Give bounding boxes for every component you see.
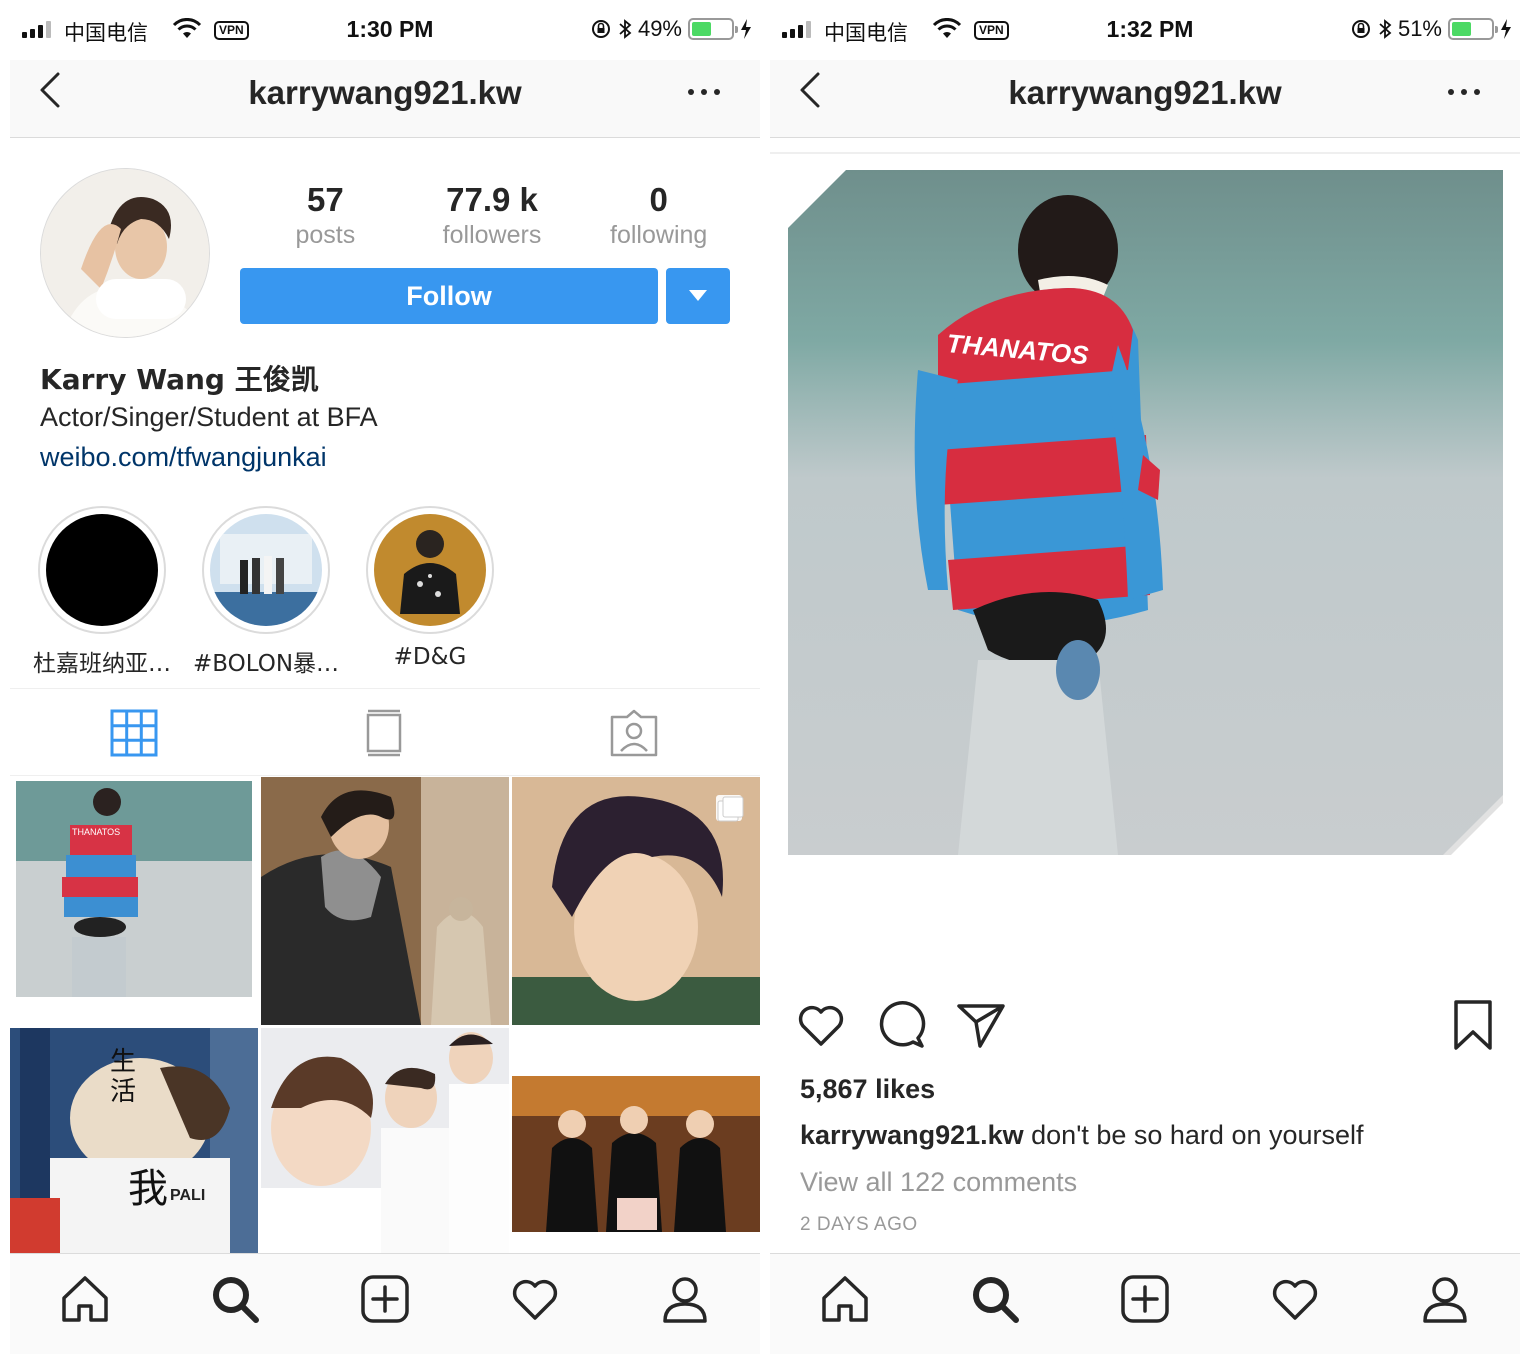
followers-label: followers (442, 221, 542, 249)
followers-stat[interactable]: 77.9 k followers (409, 180, 576, 250)
home-icon[interactable] (820, 1274, 870, 1324)
highlight-cover (46, 514, 158, 626)
page-title: karrywang921.kw (248, 74, 522, 111)
tagged-photos-icon[interactable] (610, 709, 658, 757)
followers-count: 77.9 k (446, 181, 538, 218)
highlight-label: #D&G (393, 644, 467, 670)
profile-screen: 中国电信 VPN 1:30 PM 49% karrywang921.kw 57 … (10, 0, 760, 1354)
orientation-lock-icon (1351, 20, 1370, 38)
highlight-label: 杜嘉班纳亚… (33, 651, 171, 677)
battery-percent: 51% (1397, 16, 1442, 41)
profile-link[interactable]: weibo.com/tfwangjunkai (40, 442, 327, 473)
signal-icon (782, 20, 811, 38)
wifi-icon (172, 18, 202, 38)
grid-view-icon[interactable] (110, 709, 158, 757)
charging-icon (1501, 19, 1511, 39)
post-image[interactable]: THANATOS (788, 170, 1507, 859)
highlight-cover (374, 514, 486, 626)
bottom-tab-bar (770, 1253, 1520, 1354)
multiple-photos-icon (717, 796, 744, 822)
post-screen: 中国电信 VPN 1:32 PM 51% karrywang921.kw THA… (770, 0, 1520, 1354)
vpn-badge: VPN (214, 21, 249, 40)
activity-heart-icon[interactable] (510, 1274, 560, 1324)
search-icon[interactable] (210, 1274, 260, 1324)
profile-name: Karry Wang 王俊凯 (40, 363, 319, 396)
grid-photo[interactable]: THANATOS (10, 777, 258, 1025)
shirt-brand-text: PALI (170, 1187, 205, 1204)
suggestions-dropdown-button[interactable] (666, 268, 730, 324)
status-bar: 中国电信 VPN 1:32 PM 51% (770, 0, 1520, 60)
profile-stats: 57 posts 77.9 k followers 0 following (242, 180, 742, 250)
bottom-tab-bar (10, 1253, 760, 1354)
highlight-label: #BOLON暴… (192, 651, 340, 677)
activity-heart-icon[interactable] (1270, 1274, 1320, 1324)
following-count: 0 (649, 181, 668, 218)
search-icon[interactable] (970, 1274, 1020, 1324)
nav-bar: karrywang921.kw (770, 60, 1520, 138)
vpn-badge: VPN (974, 21, 1009, 40)
caption-text: don't be so hard on yourself (1023, 1120, 1364, 1150)
battery-icon (1448, 18, 1498, 40)
caret-down-icon (689, 290, 707, 301)
posts-count: 57 (306, 181, 344, 218)
more-options-icon[interactable] (686, 82, 722, 102)
profile-icon[interactable] (660, 1274, 710, 1324)
grid-photo[interactable] (261, 1028, 509, 1253)
profile-tabs (10, 688, 760, 776)
carrier-name: 中国电信 (64, 21, 148, 45)
list-view-icon[interactable] (360, 709, 408, 757)
view-comments-link[interactable]: View all 122 comments (800, 1167, 1077, 1198)
posts-label: posts (295, 221, 356, 249)
like-heart-icon[interactable] (796, 1000, 846, 1050)
highlight-item[interactable]: #D&G (366, 506, 494, 670)
bluetooth-icon (1379, 19, 1392, 39)
likes-count[interactable]: 5,867 likes (800, 1074, 935, 1105)
wifi-icon (932, 18, 962, 38)
overlay-char: 生 (110, 1047, 136, 1077)
post-timestamp: 2 DAYS AGO (800, 1214, 918, 1235)
post-caption: karrywang921.kw don't be so hard on your… (800, 1120, 1364, 1151)
signal-icon (22, 20, 51, 38)
highlight-item[interactable]: 杜嘉班纳亚… (33, 506, 171, 678)
share-icon[interactable] (956, 1000, 1006, 1050)
status-bar: 中国电信 VPN 1:30 PM 49% (10, 0, 760, 60)
following-stat[interactable]: 0 following (575, 180, 742, 250)
new-post-icon[interactable] (1120, 1274, 1170, 1324)
orientation-lock-icon (591, 20, 610, 38)
overlay-char: 我 (128, 1166, 168, 1212)
following-label: following (610, 221, 708, 249)
grid-photo[interactable] (261, 777, 509, 1025)
grid-photo[interactable]: 生 活 我 PALI (10, 1028, 258, 1253)
bookmark-icon[interactable] (1448, 1000, 1498, 1050)
sweater-text: THANATOS (72, 827, 120, 837)
highlight-item[interactable]: #BOLON暴… (193, 506, 339, 678)
comment-icon[interactable] (876, 1000, 926, 1050)
carrier-name: 中国电信 (824, 21, 908, 45)
avatar[interactable] (40, 168, 210, 338)
bluetooth-icon (619, 19, 632, 39)
home-icon[interactable] (60, 1274, 110, 1324)
posts-stat[interactable]: 57 posts (242, 180, 409, 250)
page-title: karrywang921.kw (1008, 74, 1282, 111)
battery-percent: 49% (637, 16, 682, 41)
profile-bio: Actor/Singer/Student at BFA (40, 402, 378, 432)
nav-bar: karrywang921.kw (10, 60, 760, 138)
follow-button[interactable]: Follow (240, 268, 658, 324)
highlight-cover (210, 514, 322, 626)
grid-photo[interactable] (512, 777, 760, 1025)
battery-icon (688, 18, 738, 40)
charging-icon (741, 19, 751, 39)
caption-username[interactable]: karrywang921.kw (800, 1120, 1024, 1150)
photo-grid: THANATOS 生 活 我 PALI (10, 777, 760, 1253)
more-options-icon[interactable] (1446, 82, 1482, 102)
overlay-char: 活 (110, 1077, 136, 1107)
profile-icon[interactable] (1420, 1274, 1470, 1324)
new-post-icon[interactable] (360, 1274, 410, 1324)
grid-photo[interactable] (512, 1028, 760, 1253)
divider (770, 152, 1520, 154)
